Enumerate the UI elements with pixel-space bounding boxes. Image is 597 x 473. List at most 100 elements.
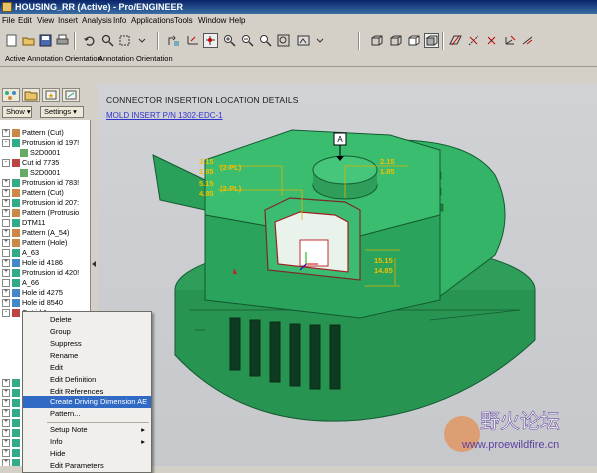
expand-toggle-icon[interactable]: + (2, 429, 10, 438)
favorites-tab[interactable] (42, 88, 60, 102)
expand-toggle-icon[interactable]: + (2, 299, 10, 308)
expand-toggle-icon[interactable]: + (2, 239, 10, 248)
tree-item[interactable]: DTM11 (2, 218, 45, 228)
note-title[interactable]: CONNECTOR INSERTION LOCATION DETAILS (106, 95, 299, 105)
tree-item[interactable]: + Pattern (Protrusio (2, 208, 79, 218)
expand-toggle-icon[interactable]: - (2, 309, 10, 318)
select-box-icon[interactable] (118, 33, 133, 48)
menu-item-edit-parameters[interactable]: Edit Parameters (23, 460, 151, 472)
active-annotation-orientation-label[interactable]: Active Annotation Orientation (5, 54, 102, 63)
tree-item[interactable]: + Protrusion id 783! (2, 178, 79, 188)
expand-toggle-icon[interactable]: + (2, 379, 10, 388)
menu-info[interactable]: Info (113, 16, 126, 26)
expand-toggle-icon[interactable]: + (2, 439, 10, 448)
tree-item[interactable]: + Pattern (Hole) (2, 238, 67, 248)
menu-item-setup-note[interactable]: Setup Note ▸ (23, 424, 151, 436)
expand-toggle-icon[interactable]: + (2, 229, 10, 238)
menu-item-rename[interactable]: Rename (23, 350, 151, 362)
shaded-icon[interactable] (424, 33, 439, 48)
menu-window[interactable]: Window (198, 16, 226, 26)
menu-item-info[interactable]: Info ▸ (23, 436, 151, 448)
expand-toggle-icon[interactable]: + (2, 209, 10, 218)
expand-toggle-icon[interactable]: + (2, 269, 10, 278)
menu-file[interactable]: File (2, 16, 15, 26)
expand-toggle-icon[interactable] (2, 219, 10, 228)
tree-item[interactable]: A_63 (2, 248, 39, 258)
tree-item[interactable]: + Hole id 4186 (2, 258, 63, 268)
expand-toggle-icon[interactable]: - (2, 139, 10, 148)
annotation-icon[interactable] (520, 33, 535, 48)
tree-item[interactable]: + Pattern (Cut) (2, 128, 64, 138)
coord-sys-icon[interactable] (502, 33, 517, 48)
expand-toggle-icon[interactable]: + (2, 199, 10, 208)
no-hidden-icon[interactable] (406, 33, 421, 48)
expand-toggle-icon[interactable]: + (2, 409, 10, 418)
tree-item[interactable]: - Protrusion id 197! (2, 138, 79, 148)
expand-toggle-icon[interactable]: + (2, 389, 10, 398)
tree-item[interactable]: + Protrusion id 420! (2, 268, 79, 278)
wireframe-icon[interactable] (369, 33, 384, 48)
tree-item[interactable]: + Hole id 4275 (2, 288, 63, 298)
expand-toggle-icon[interactable] (2, 279, 10, 288)
menu-item-pattern[interactable]: Pattern... (23, 408, 151, 420)
folder-browser-tab[interactable] (22, 88, 40, 102)
menu-item-hide[interactable]: Hide (23, 448, 151, 460)
expand-toggle-icon[interactable]: + (2, 179, 10, 188)
expand-toggle-icon[interactable]: + (2, 289, 10, 298)
menu-item-create-driving-dimension[interactable]: Create Driving Dimension AE (23, 396, 151, 408)
undo-icon[interactable] (82, 33, 97, 48)
expand-toggle-icon[interactable]: + (2, 459, 10, 466)
model-tree-tab[interactable] (2, 88, 20, 102)
print-icon[interactable] (55, 33, 70, 48)
repaint-icon[interactable] (166, 33, 181, 48)
menu-edit[interactable]: Edit (18, 16, 32, 26)
tree-item[interactable]: + Hole id 8540 (2, 298, 63, 308)
open-icon[interactable] (21, 33, 36, 48)
expand-toggle-icon[interactable]: + (2, 419, 10, 428)
menu-view[interactable]: View (37, 16, 54, 26)
expand-toggle-icon[interactable]: + (2, 449, 10, 458)
hidden-line-icon[interactable] (388, 33, 403, 48)
datum-points-icon[interactable] (484, 33, 499, 48)
expand-toggle-icon[interactable]: + (2, 129, 10, 138)
expand-toggle-icon[interactable]: - (2, 159, 10, 168)
show-dropdown[interactable]: Show ▾ (2, 106, 32, 118)
expand-toggle-icon[interactable]: + (2, 399, 10, 408)
connections-tab[interactable] (62, 88, 80, 102)
menu-applications[interactable]: Applications (131, 16, 174, 26)
tree-item[interactable]: - Cut id 7735 (2, 158, 59, 168)
tree-item[interactable]: + Pattern (Cut) (2, 188, 64, 198)
settings-dropdown[interactable]: Settings ▾ (40, 106, 84, 118)
expand-toggle-icon[interactable]: + (2, 189, 10, 198)
search-icon[interactable] (100, 33, 115, 48)
menu-tools[interactable]: Tools (174, 16, 193, 26)
menu-insert[interactable]: Insert (58, 16, 78, 26)
refit-icon[interactable] (276, 33, 291, 48)
tree-item[interactable]: S2D0001 (20, 168, 60, 178)
orient-icon[interactable] (185, 33, 200, 48)
save-icon[interactable] (38, 33, 53, 48)
zoom-out-icon[interactable] (240, 33, 255, 48)
annotation-orientation-label[interactable]: Annotation Orientation (98, 54, 173, 63)
chevron-down-icon[interactable] (313, 33, 328, 48)
zoom-in-icon[interactable] (222, 33, 237, 48)
tree-item[interactable]: S2D0001 (20, 148, 60, 158)
datum-axes-icon[interactable] (466, 33, 481, 48)
spin-center-icon[interactable] (203, 33, 218, 48)
zoom-area-icon[interactable] (258, 33, 273, 48)
saved-views-icon[interactable] (296, 33, 311, 48)
new-icon[interactable] (4, 33, 19, 48)
chevron-down-icon[interactable] (135, 33, 150, 48)
menu-analysis[interactable]: Analysis (82, 16, 112, 26)
expand-toggle-icon[interactable]: + (2, 259, 10, 268)
menu-item-delete[interactable]: Delete (23, 314, 151, 326)
menu-item-edit[interactable]: Edit (23, 362, 151, 374)
expand-toggle-icon[interactable] (2, 249, 10, 258)
note-mold-insert[interactable]: MOLD INSERT P/N 1302-EDC-1 (106, 111, 223, 120)
menu-item-suppress[interactable]: Suppress (23, 338, 151, 350)
tree-item[interactable]: A_66 (2, 278, 39, 288)
tree-item[interactable]: + Protrusion id 207: (2, 198, 79, 208)
menu-item-edit-definition[interactable]: Edit Definition (23, 374, 151, 386)
tree-item[interactable]: + Pattern (A_54) (2, 228, 69, 238)
datum-planes-icon[interactable] (448, 33, 463, 48)
